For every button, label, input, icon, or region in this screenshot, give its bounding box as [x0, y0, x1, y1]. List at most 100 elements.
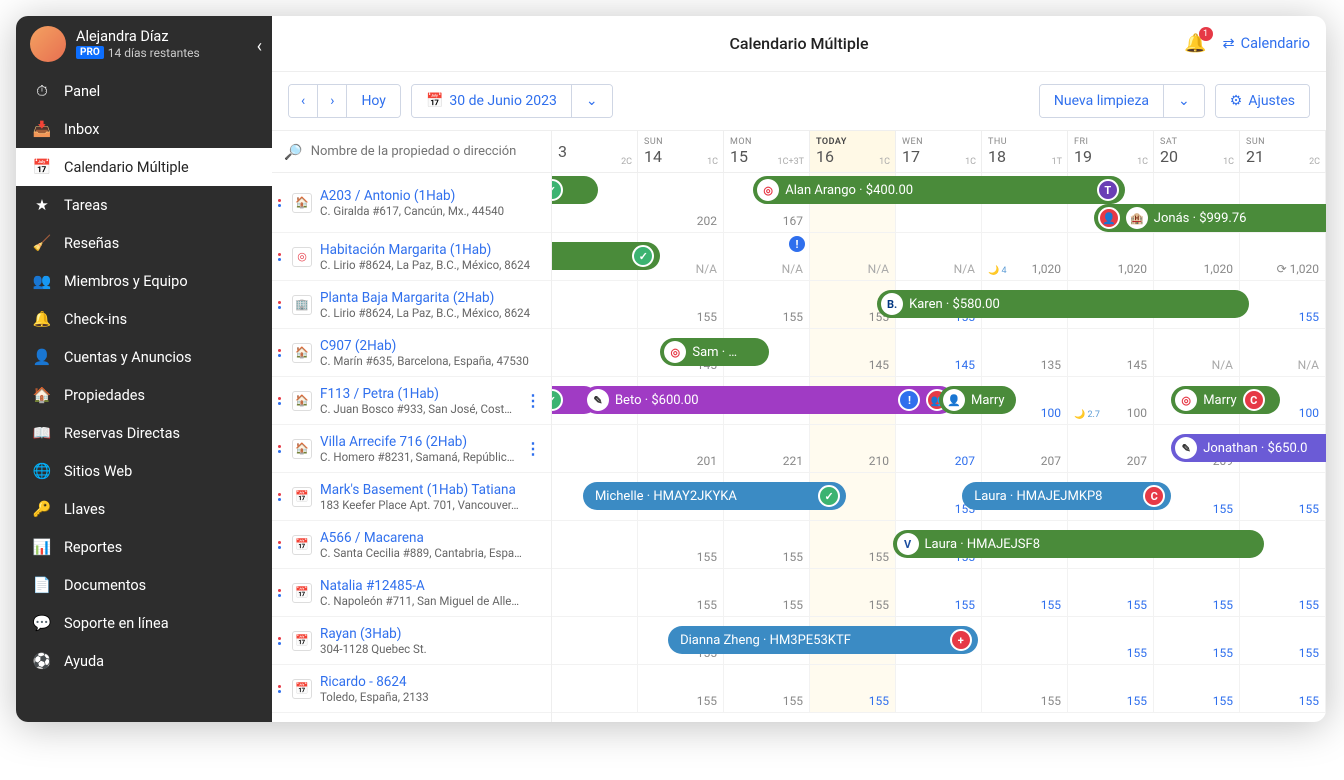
booking[interactable]: Michelle · HMAY2JKYKA✓	[583, 482, 846, 510]
day-header-cell[interactable]: MON151C+3T	[724, 131, 810, 172]
timeline-cell[interactable]: 155	[896, 569, 982, 616]
nav-item-cuentas-y-anuncios[interactable]: 👤Cuentas y Anuncios	[16, 338, 272, 376]
timeline-cell[interactable]: 145	[810, 329, 896, 376]
avatar[interactable]	[30, 26, 66, 62]
today-button[interactable]: Hoy	[347, 85, 400, 117]
timeline-cell[interactable]: 155	[638, 521, 724, 568]
booking[interactable]: ✓	[552, 176, 598, 204]
nav-item-documentos[interactable]: 📄Documentos	[16, 566, 272, 604]
timeline-cell[interactable]: 155	[1240, 617, 1326, 664]
date-picker-button[interactable]: 📅 30 de Junio 2023	[412, 85, 572, 117]
new-cleaning-dropdown[interactable]: ⌄	[1164, 85, 1204, 117]
timeline-cell[interactable]: 210	[810, 425, 896, 472]
timeline-cell[interactable]: 135	[982, 329, 1068, 376]
nav-item-check-ins[interactable]: 🔔Check-ins	[16, 300, 272, 338]
day-header-cell[interactable]: WEN171C	[896, 131, 982, 172]
timeline-cell[interactable]: 155	[1068, 569, 1154, 616]
booking[interactable]: ◎MarryC	[1171, 386, 1279, 414]
timeline-cell[interactable]	[552, 665, 638, 712]
timeline-cell[interactable]: 155	[1154, 665, 1240, 712]
prev-button[interactable]: ‹	[289, 85, 318, 117]
drag-handle[interactable]	[278, 637, 284, 645]
timeline-cell[interactable]: 155	[1154, 569, 1240, 616]
booking[interactable]: Dianna Zheng · HM3PE53KTF+	[668, 626, 978, 654]
timeline-cell[interactable]: 207	[982, 425, 1068, 472]
collapse-sidebar-button[interactable]: ‹	[257, 36, 262, 57]
timeline-cell[interactable]: N/A	[1240, 329, 1326, 376]
drag-handle[interactable]	[278, 589, 284, 597]
day-header-cell[interactable]: SAT201C	[1154, 131, 1240, 172]
timeline-cell[interactable]	[552, 425, 638, 472]
timeline-cell[interactable]	[552, 521, 638, 568]
timeline-cell[interactable]: 207	[1068, 425, 1154, 472]
drag-handle[interactable]	[278, 253, 284, 261]
booking[interactable]: ◎Alan Arango · $400.00T	[753, 176, 1125, 204]
property-row[interactable]: 🏠 C907 (2Hab)C. Marín #635, Barcelona, E…	[272, 329, 551, 377]
drag-handle[interactable]	[278, 685, 284, 693]
timeline-cell[interactable]: 155	[1068, 617, 1154, 664]
nav-item-inbox[interactable]: 📥Inbox	[16, 110, 272, 148]
booking[interactable]: ✎Jonathan · $650.0	[1171, 434, 1326, 462]
new-cleaning-button[interactable]: Nueva limpieza	[1040, 85, 1164, 117]
booking[interactable]: B.Karen · $580.00	[877, 290, 1249, 318]
timeline-cell[interactable]	[552, 569, 638, 616]
day-header-cell[interactable]: THU181T	[982, 131, 1068, 172]
timeline-cell[interactable]: 155	[810, 569, 896, 616]
timeline-cell[interactable]: 155	[638, 665, 724, 712]
drag-handle[interactable]	[278, 199, 284, 207]
property-row[interactable]: 🏠 A203 / Antonio (1Hab)C. Giralda #617, …	[272, 173, 551, 233]
timeline-cell[interactable]: 145	[896, 329, 982, 376]
nav-item-panel[interactable]: ⏱Panel	[16, 72, 272, 110]
timeline-cell[interactable]: 155	[982, 569, 1068, 616]
drag-handle[interactable]	[278, 493, 284, 501]
booking[interactable]: 👤Marry	[939, 386, 1016, 414]
nav-item-llaves[interactable]: 🔑Llaves	[16, 490, 272, 528]
booking[interactable]: ✎Beto · $600.00!👥	[583, 386, 955, 414]
nav-item-reportes[interactable]: 📊Reportes	[16, 528, 272, 566]
timeline-cell[interactable]: 155	[724, 281, 810, 328]
timeline-cell[interactable]: 1,020	[1154, 233, 1240, 280]
nav-item-reservas-directas[interactable]: 📖Reservas Directas	[16, 414, 272, 452]
timeline-cell[interactable]: 155	[638, 281, 724, 328]
timeline-cell[interactable]: 155	[638, 569, 724, 616]
booking[interactable]: ◎Sam · …	[660, 338, 768, 366]
next-button[interactable]: ›	[318, 85, 347, 117]
nav-item-soporte-en-línea[interactable]: 💬Soporte en línea	[16, 604, 272, 642]
more-icon[interactable]: ⋮	[525, 391, 541, 410]
booking[interactable]: 👤🏨Jonás · $999.76	[1094, 204, 1326, 232]
timeline-cell[interactable]: 1,020	[1068, 233, 1154, 280]
nav-item-ayuda[interactable]: ⚽Ayuda	[16, 642, 272, 680]
timeline-cell[interactable]: 155	[810, 665, 896, 712]
timeline-cell[interactable]: N/A!	[724, 233, 810, 280]
timeline-cell[interactable]: 155	[1240, 281, 1326, 328]
property-row[interactable]: 📅 Rayan (3Hab)304-1128 Quebec St.	[272, 617, 551, 665]
property-row[interactable]: 📅 A566 / MacarenaC. Santa Cecilia #889, …	[272, 521, 551, 569]
timeline-cell[interactable]: 🌙 41,020	[982, 233, 1068, 280]
settings-button[interactable]: ⚙ Ajustes	[1216, 85, 1309, 117]
day-header-cell[interactable]: FRI191C	[1068, 131, 1154, 172]
timeline-cell[interactable]	[552, 281, 638, 328]
property-row[interactable]: 🏢 Planta Baja Margarita (2Hab)C. Lirio #…	[272, 281, 551, 329]
timeline-cell[interactable]: 145	[1068, 329, 1154, 376]
timeline-cell[interactable]: 🌙 2.7100	[1068, 377, 1154, 424]
day-header-cell[interactable]: 32C	[552, 131, 638, 172]
more-icon[interactable]: ⋮	[525, 439, 541, 458]
nav-item-sitios-web[interactable]: 🌐Sitios Web	[16, 452, 272, 490]
timeline-cell[interactable]: 207	[896, 425, 982, 472]
timeline-cell[interactable]	[982, 617, 1068, 664]
booking[interactable]: VLaura · HMAJEJSF8	[893, 530, 1265, 558]
drag-handle[interactable]	[278, 397, 284, 405]
timeline-cell[interactable]: 202	[638, 173, 724, 232]
timeline-cell[interactable]: 221	[724, 425, 810, 472]
day-header-cell[interactable]: SUN212C	[1240, 131, 1326, 172]
drag-handle[interactable]	[278, 301, 284, 309]
timeline-cell[interactable]: N/A	[810, 233, 896, 280]
timeline-cell[interactable]: 155	[1068, 665, 1154, 712]
timeline-cell[interactable]	[896, 665, 982, 712]
date-picker-dropdown[interactable]: ⌄	[572, 85, 612, 117]
property-row[interactable]: 📅 Ricardo - 8624Toledo, España, 2133	[272, 665, 551, 713]
nav-item-tareas[interactable]: ★Tareas	[16, 186, 272, 224]
notifications-button[interactable]: 🔔 1	[1184, 33, 1206, 54]
property-row[interactable]: 📅 Natalia #12485-AC. Napoleón #711, San …	[272, 569, 551, 617]
property-search-input[interactable]	[311, 144, 539, 159]
